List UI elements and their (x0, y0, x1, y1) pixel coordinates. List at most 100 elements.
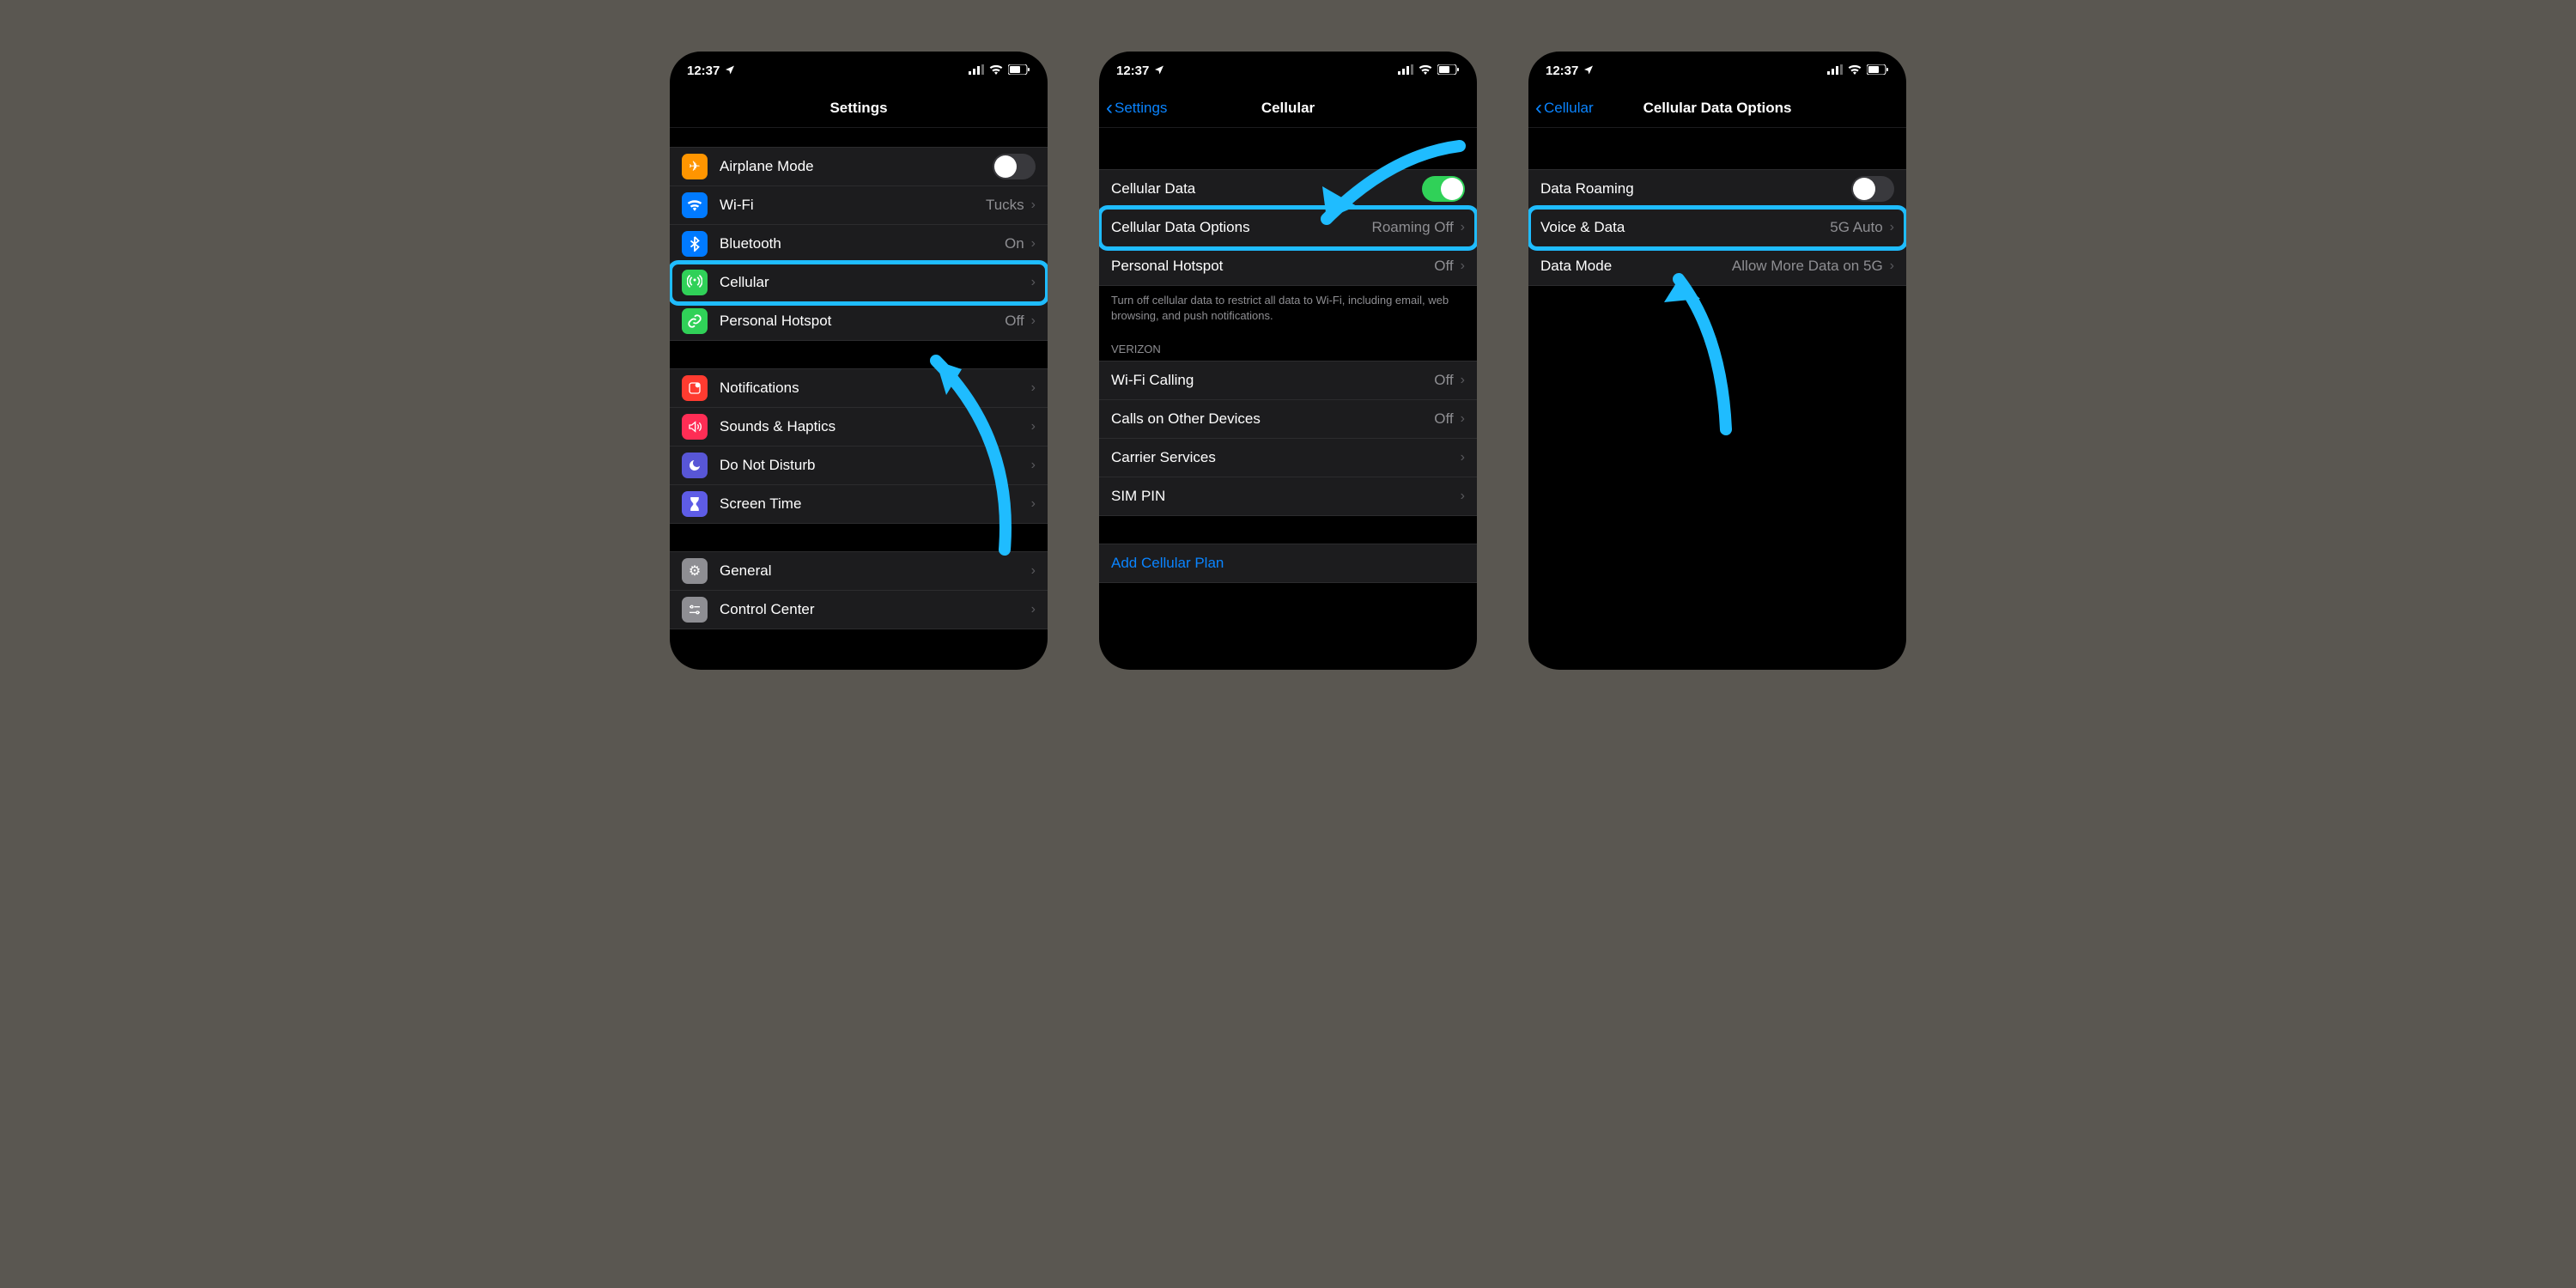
row-label: Data Mode (1540, 258, 1732, 275)
cellular-row-sim-pin[interactable]: SIM PIN › (1099, 477, 1477, 516)
cellular-row-wifi-calling[interactable]: Wi-Fi Calling Off › (1099, 361, 1477, 400)
status-bar: 12:37 (1528, 52, 1906, 89)
battery-icon (1867, 64, 1889, 78)
phone-2-cellular: 12:37 ‹ Settings Cellular Cellular Data … (1099, 52, 1477, 670)
chevron-right-icon: › (1461, 220, 1465, 235)
row-label: Personal Hotspot (720, 313, 1005, 330)
row-label: Personal Hotspot (1111, 258, 1434, 275)
options-row-data-roaming[interactable]: Data Roaming (1528, 169, 1906, 209)
chevron-right-icon: › (1461, 258, 1465, 274)
link-icon (682, 308, 708, 334)
gear-icon: ⚙ (682, 558, 708, 584)
row-label: Do Not Disturb (720, 457, 1024, 474)
settings-row-notifications[interactable]: Notifications › (670, 368, 1048, 408)
settings-row-screentime[interactable]: Screen Time › (670, 485, 1048, 524)
airplane-icon: ✈ (682, 154, 708, 179)
row-label: Airplane Mode (720, 158, 993, 175)
settings-row-cellular[interactable]: Cellular › (670, 264, 1048, 302)
nav-bar: ‹ Cellular Cellular Data Options (1528, 89, 1906, 128)
settings-row-general[interactable]: ⚙ General › (670, 551, 1048, 591)
battery-icon (1008, 64, 1030, 78)
moon-icon (682, 453, 708, 478)
row-value: Off (1434, 410, 1453, 428)
chevron-right-icon: › (1461, 450, 1465, 465)
settings-row-hotspot[interactable]: Personal Hotspot Off › (670, 302, 1048, 341)
battery-icon (1437, 64, 1460, 78)
options-row-voice-data[interactable]: Voice & Data 5G Auto › (1528, 209, 1906, 247)
phone-1-settings: 12:37 Settings ✈ Airplane Mode Wi-Fi Tuc… (670, 52, 1048, 670)
status-bar: 12:37 (670, 52, 1048, 89)
row-label: Sounds & Haptics (720, 418, 1024, 435)
cellular-signal-icon (1398, 64, 1413, 78)
add-cellular-plan-button[interactable]: Add Cellular Plan (1099, 544, 1477, 583)
chevron-right-icon: › (1461, 411, 1465, 427)
chevron-right-icon: › (1031, 563, 1036, 579)
bluetooth-icon (682, 231, 708, 257)
chevron-left-icon: ‹ (1106, 96, 1113, 120)
row-label: Voice & Data (1540, 219, 1830, 236)
row-label: Control Center (720, 601, 1024, 618)
cellular-row-hotspot[interactable]: Personal Hotspot Off › (1099, 247, 1477, 286)
chevron-right-icon: › (1461, 373, 1465, 388)
wifi-icon (1419, 64, 1432, 78)
sliders-icon (682, 597, 708, 623)
row-value: Roaming Off (1372, 219, 1454, 236)
speaker-icon (682, 414, 708, 440)
status-time: 12:37 (1546, 64, 1578, 78)
location-icon (1583, 64, 1594, 78)
row-label: Carrier Services (1111, 449, 1454, 466)
cellular-signal-icon (1827, 64, 1843, 78)
settings-row-sounds[interactable]: Sounds & Haptics › (670, 408, 1048, 447)
cellular-data-toggle[interactable] (1422, 176, 1465, 202)
hourglass-icon (682, 491, 708, 517)
row-value: Off (1005, 313, 1024, 330)
row-label: Calls on Other Devices (1111, 410, 1434, 428)
back-label: Settings (1115, 100, 1167, 117)
row-label: Notifications (720, 380, 1024, 397)
cellular-signal-icon (969, 64, 984, 78)
settings-row-airplane-mode[interactable]: ✈ Airplane Mode (670, 147, 1048, 186)
chevron-right-icon: › (1890, 258, 1894, 274)
chevron-right-icon: › (1031, 380, 1036, 396)
cellular-row-data-options[interactable]: Cellular Data Options Roaming Off › (1099, 209, 1477, 247)
settings-row-wifi[interactable]: Wi-Fi Tucks › (670, 186, 1048, 225)
wifi-icon (1848, 64, 1862, 78)
chevron-right-icon: › (1031, 496, 1036, 512)
settings-row-control-center[interactable]: Control Center › (670, 591, 1048, 629)
row-label: SIM PIN (1111, 488, 1454, 505)
nav-title: Cellular Data Options (1643, 100, 1792, 117)
chevron-left-icon: ‹ (1535, 96, 1542, 120)
cellular-row-other-devices[interactable]: Calls on Other Devices Off › (1099, 400, 1477, 439)
section-footer: Turn off cellular data to restrict all d… (1099, 286, 1477, 327)
status-bar: 12:37 (1099, 52, 1477, 89)
back-button[interactable]: ‹ Cellular (1535, 96, 1594, 120)
settings-row-bluetooth[interactable]: Bluetooth On › (670, 225, 1048, 264)
row-label: Screen Time (720, 495, 1024, 513)
back-label: Cellular (1544, 100, 1594, 117)
row-value: Allow More Data on 5G (1732, 258, 1883, 275)
wifi-icon (989, 64, 1003, 78)
row-label: Wi-Fi Calling (1111, 372, 1434, 389)
row-label: Add Cellular Plan (1111, 555, 1465, 572)
row-label: Cellular (720, 274, 1024, 291)
chevron-right-icon: › (1461, 489, 1465, 504)
cellular-row-carrier-services[interactable]: Carrier Services › (1099, 439, 1477, 477)
data-roaming-toggle[interactable] (1851, 176, 1894, 202)
row-value: Tucks (986, 197, 1024, 214)
settings-row-dnd[interactable]: Do Not Disturb › (670, 447, 1048, 485)
options-row-data-mode[interactable]: Data Mode Allow More Data on 5G › (1528, 247, 1906, 286)
chevron-right-icon: › (1031, 236, 1036, 252)
location-icon (1154, 64, 1164, 78)
bell-icon (682, 375, 708, 401)
airplane-toggle[interactable] (993, 154, 1036, 179)
section-header-verizon: VERIZON (1099, 327, 1477, 361)
cellular-row-data[interactable]: Cellular Data (1099, 169, 1477, 209)
row-label: Bluetooth (720, 235, 1005, 252)
nav-bar: Settings (670, 89, 1048, 128)
status-time: 12:37 (1116, 64, 1149, 78)
row-label: Cellular Data Options (1111, 219, 1372, 236)
back-button[interactable]: ‹ Settings (1106, 96, 1167, 120)
nav-title: Settings (829, 100, 887, 117)
chevron-right-icon: › (1031, 458, 1036, 473)
row-value: Off (1434, 258, 1453, 275)
